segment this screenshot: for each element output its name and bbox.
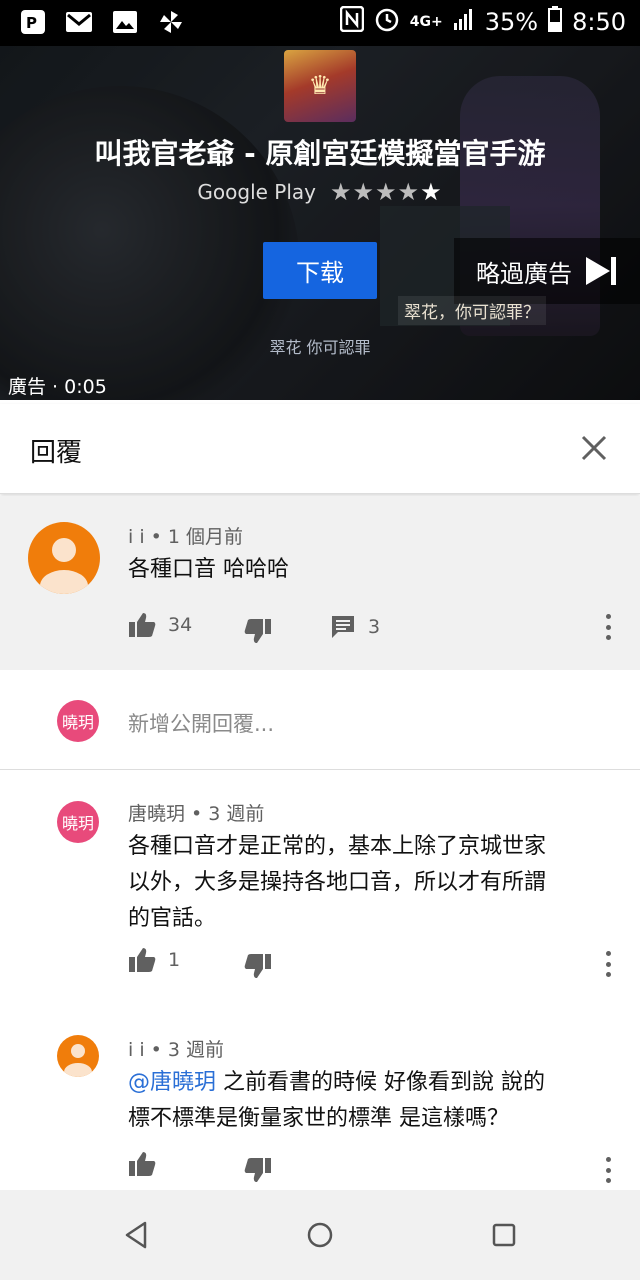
avatar: 曉玥 xyxy=(57,700,99,742)
system-nav-bar xyxy=(0,1190,640,1280)
reply-text-line: 以外，大多是操持各地口音，所以才有所謂 xyxy=(128,870,547,895)
reply-item: 曉玥 唐曉玥 • 3 週前 各種口音才是正常的，基本上除了京城世家 以外，大多是… xyxy=(0,771,640,1011)
reply-text-line: 標不標準是衡量家世的標準 是這樣嗎？ xyxy=(128,1106,509,1131)
more-options-icon[interactable] xyxy=(602,951,614,977)
thumbs-down-icon xyxy=(244,954,271,978)
reply-text-line: @唐曉玥 之前看書的時候 好像看到說 說的 xyxy=(128,1065,545,1101)
avatar[interactable]: 曉玥 xyxy=(57,801,99,843)
skip-ad-button[interactable]: 略過廣告 xyxy=(454,238,640,304)
view-replies-button[interactable]: 3 xyxy=(330,614,380,640)
reply-text-line: 的官話。 xyxy=(128,906,217,931)
star-half-icon: ★ xyxy=(420,178,443,206)
ad-scene-caption: 翠花，你可認罪？ xyxy=(398,296,546,325)
thumbs-up-icon xyxy=(129,1152,156,1176)
home-circle-icon xyxy=(307,1222,333,1248)
back-button[interactable] xyxy=(116,1218,156,1252)
gmail-icon xyxy=(64,8,94,36)
avatar[interactable] xyxy=(57,1035,99,1077)
more-options-icon[interactable] xyxy=(602,1157,614,1183)
ad-store-name: Google Play xyxy=(197,180,316,204)
star-icon: ★ xyxy=(330,178,353,206)
replies-header: 回覆 xyxy=(0,404,640,494)
like-button[interactable]: 34 xyxy=(128,612,192,638)
alarm-icon xyxy=(374,6,400,38)
dislike-button[interactable] xyxy=(244,618,272,644)
comment-icon xyxy=(332,616,354,638)
comment-author-meta[interactable]: i i • 1 個月前 xyxy=(128,522,243,549)
thumbs-down-icon xyxy=(244,619,271,643)
thumbs-up-icon xyxy=(129,613,156,637)
thumbs-down-icon xyxy=(244,1158,271,1182)
add-reply-input[interactable]: 新增公開回覆... xyxy=(128,708,274,738)
status-bar: P 4G+ 35% 8:50 xyxy=(0,0,640,46)
avatar[interactable] xyxy=(28,522,100,594)
dislike-button[interactable] xyxy=(244,953,272,979)
panel-title: 回覆 xyxy=(30,438,83,468)
reply-text: @唐曉玥 之前看書的時候 好像看到說 說的 標不標準是衡量家世的標準 是這樣嗎？ xyxy=(128,1065,545,1137)
more-options-icon[interactable] xyxy=(602,614,614,640)
like-button[interactable]: 1 xyxy=(128,947,180,973)
battery-percent: 35% xyxy=(484,8,539,36)
reply-item: i i • 3 週前 @唐曉玥 之前看書的時候 好像看到說 說的 標不標準是衡量… xyxy=(0,1011,640,1190)
skip-next-icon xyxy=(586,257,618,285)
reply-text-line: 各種口音才是正常的，基本上除了京城世家 xyxy=(128,834,547,859)
thumbs-up-icon xyxy=(129,948,156,972)
reply-count: 3 xyxy=(368,616,381,638)
skip-ad-label: 略過廣告 xyxy=(476,259,572,288)
default-user-icon xyxy=(64,1044,92,1077)
clock: 8:50 xyxy=(572,8,626,36)
recents-square-icon xyxy=(492,1223,516,1247)
nfc-icon xyxy=(339,5,365,38)
signal-icon xyxy=(453,7,475,37)
comment-text: 各種口音 哈哈哈 xyxy=(128,557,289,582)
network-type-label: 4G+ xyxy=(409,14,443,30)
star-icon: ★ xyxy=(352,178,376,206)
ad-timer-label: 廣告 · 0:05 xyxy=(8,376,107,398)
back-triangle-icon xyxy=(125,1221,147,1249)
image-icon xyxy=(110,8,140,36)
ad-store-row: Google Play ★★★★★ xyxy=(0,178,640,206)
star-icon: ★ xyxy=(375,178,398,206)
reply-text-fragment: 之前看書的時候 好像看到說 說的 xyxy=(216,1070,545,1095)
like-count: 34 xyxy=(168,614,193,636)
ad-app-icon[interactable]: ♛ xyxy=(284,50,356,122)
download-button[interactable]: 下载 xyxy=(263,242,377,299)
user-mention-link[interactable]: @唐曉玥 xyxy=(128,1070,216,1095)
video-ad-player[interactable]: ♛ 叫我官老爺 - 原創宮廷模擬當官手游 Google Play ★★★★★ 下… xyxy=(0,46,640,400)
like-count: 1 xyxy=(168,949,181,971)
rating-stars: ★★★★★ xyxy=(330,178,443,206)
add-reply-row[interactable]: 曉玥 新增公開回覆... xyxy=(0,670,640,770)
recents-button[interactable] xyxy=(484,1218,524,1252)
reply-author-meta[interactable]: 唐曉玥 • 3 週前 xyxy=(128,799,264,826)
home-button[interactable] xyxy=(300,1218,340,1252)
reply-text: 各種口音才是正常的，基本上除了京城世家 以外，大多是操持各地口音，所以才有所謂 … xyxy=(128,829,546,937)
ad-subtitle: 翠花 你可認罪 xyxy=(269,338,371,357)
close-button[interactable] xyxy=(572,426,616,470)
star-icon: ★ xyxy=(397,178,421,206)
dislike-button[interactable] xyxy=(244,1157,272,1183)
svg-text:P: P xyxy=(26,14,37,32)
pocketcasts-icon: P xyxy=(18,8,48,36)
top-comment: i i • 1 個月前 各種口音 哈哈哈 34 3 xyxy=(0,496,640,670)
pinwheel-icon xyxy=(156,8,186,36)
default-user-icon xyxy=(40,538,88,594)
battery-icon xyxy=(548,6,563,38)
reply-author-meta[interactable]: i i • 3 週前 xyxy=(128,1035,224,1062)
ad-app-title[interactable]: 叫我官老爺 - 原創宮廷模擬當官手游 xyxy=(0,132,640,172)
like-button[interactable] xyxy=(128,1151,156,1177)
close-icon xyxy=(581,435,607,461)
